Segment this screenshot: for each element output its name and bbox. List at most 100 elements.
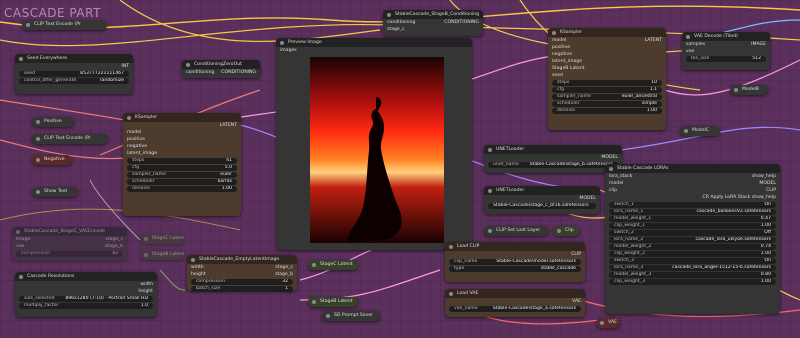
- batch-size-widget[interactable]: batch_size 1: [191, 286, 293, 292]
- input-model: model: [127, 130, 142, 135]
- denoise-widget[interactable]: denoise 1.00: [552, 108, 662, 114]
- input-vae: vae: [686, 49, 695, 54]
- switch-2-widget[interactable]: switch_2 Off: [609, 230, 776, 236]
- output-latent[interactable]: LATENT: [123, 122, 241, 129]
- steps-widget[interactable]: steps 10: [552, 80, 662, 86]
- cfg-widget[interactable]: cfg 1.1: [552, 87, 662, 93]
- unet-name-widget[interactable]: Stable-Cascade\stage_c_bf16.safetensors: [488, 203, 596, 209]
- compression-widget[interactable]: compression 32: [191, 279, 293, 285]
- clip-reroute-node[interactable]: Clip: [553, 226, 579, 236]
- type-widget[interactable]: type stable_cascade: [449, 266, 581, 272]
- node-title: KSampler: [548, 28, 666, 37]
- modelb-node[interactable]: ModelB: [730, 85, 768, 95]
- node-title: StageC Latent: [308, 260, 358, 269]
- input-negative: negative: [552, 52, 573, 57]
- cfg-widget[interactable]: cfg 5.0: [127, 165, 237, 171]
- ksampler-b-node[interactable]: KSampler model LATENT positive negative l…: [548, 28, 666, 130]
- model-weight-2-widget[interactable]: model_weight_2 0.74: [609, 244, 776, 250]
- node-title: VAE Decode (Tiled): [682, 32, 770, 41]
- positive-node[interactable]: Positive: [32, 117, 74, 127]
- conditioning-zero-out-node[interactable]: ConditioningZeroOut conditioning CONDITIO…: [182, 60, 260, 78]
- seed-widget[interactable]: seed 853777221111467: [19, 71, 129, 77]
- model-weight-3-widget[interactable]: model_weight_3 0.80: [609, 272, 776, 278]
- output-vae[interactable]: VAE: [445, 298, 585, 305]
- node-title: KSampler: [123, 113, 241, 122]
- input-negative: negative: [127, 144, 148, 149]
- node-title: CLIP Set Last Layer: [484, 226, 548, 235]
- node-title: ModelB: [730, 85, 768, 94]
- node-title: StableCascade_StageB_Conditioning: [383, 10, 483, 19]
- steps-widget[interactable]: steps 41: [127, 158, 237, 164]
- compression-widget[interactable]: compression 42: [16, 251, 123, 257]
- clip-set-last-layer-node[interactable]: CLIP Set Last Layer: [484, 226, 548, 236]
- cr-apply-lora-label: CR Apply LoRA Stack show_help: [702, 195, 776, 200]
- seed-everywhere-node[interactable]: Seed Everywhere INT seed 853777221111467 …: [15, 54, 133, 94]
- clip-weight-3-widget[interactable]: clip_weight_3 1.00: [609, 279, 776, 285]
- scheduler-widget[interactable]: scheduler karras: [127, 179, 237, 185]
- vae-name-widget[interactable]: vae_name Stable-Cascade\stage_a.safetenso…: [449, 306, 581, 312]
- stagec-latent-b-node[interactable]: StageC Latent: [308, 260, 358, 270]
- cascade-resolutions-node[interactable]: Cascade Resolutions width height size_se…: [15, 272, 157, 317]
- stageb-latent-b-node[interactable]: StageB Latent: [308, 297, 358, 307]
- node-title: ModelC: [680, 126, 720, 135]
- clip-text-encode-top-node[interactable]: CLIP Text Encode (Pr: [22, 20, 107, 30]
- stagec-latent-a-node[interactable]: StageC Latent: [140, 234, 184, 244]
- output-model[interactable]: MODEL: [484, 195, 600, 202]
- modelc-node[interactable]: ModelC: [680, 126, 720, 136]
- sd-prompt-saver-node[interactable]: SD Prompt Saver: [322, 311, 380, 321]
- node-title: StableCascade_EmptyLatentImage: [187, 255, 297, 264]
- input-seed: seed: [552, 73, 563, 78]
- empty-latent-image-node[interactable]: StableCascade_EmptyLatentImage width stag…: [187, 255, 297, 292]
- denoise-widget[interactable]: denoise 1.00: [127, 186, 237, 192]
- switch-3-widget[interactable]: switch_3 On: [609, 258, 776, 264]
- unet-loader-c-node[interactable]: UNETLoader MODEL Stable-Cascade\stage_c_…: [484, 186, 600, 214]
- clip-name-widget[interactable]: clip_name Stable-Cascade\model.safetensor…: [449, 259, 581, 265]
- output-int[interactable]: INT: [15, 63, 133, 70]
- unet-loader-b-node[interactable]: UNETLoader MODEL unet_name Stable-Cascade…: [484, 145, 622, 173]
- clip-weight-2-widget[interactable]: clip_weight_2 1.00: [609, 251, 776, 257]
- lora-name-2-widget[interactable]: lora_name_2 cascade_lora_ukiyoe.safetenso…: [609, 237, 776, 243]
- unet-name-widget[interactable]: unet_name Stable-Cascade\stage_b.safetens…: [488, 162, 618, 168]
- node-title: Seed Everywhere: [15, 54, 133, 63]
- load-clip-node[interactable]: Load CLIP CLIP clip_name Stable-Cascade\m…: [445, 242, 585, 282]
- node-title: StageB Latent: [308, 297, 358, 306]
- negative-node[interactable]: Negative: [32, 155, 72, 165]
- multiply-factor-widget[interactable]: multiply_factor 1.0: [19, 303, 153, 309]
- lora-name-1-widget[interactable]: lora_name_1 cascade_balloonsV2.safetensor…: [609, 209, 776, 215]
- scheduler-widget[interactable]: scheduler simple: [552, 101, 662, 107]
- stageb-latent-a-node[interactable]: StageB Latent: [140, 250, 184, 260]
- node-title: StageC Latent: [140, 234, 184, 243]
- stable-cascade-loras-node[interactable]: Stable Cascade LORAs lora_stack show_help…: [605, 164, 780, 314]
- output-height[interactable]: height: [15, 288, 157, 295]
- vae-reroute-node[interactable]: VAE: [596, 318, 620, 328]
- control-after-generate-widget[interactable]: control_after_generate randomize: [19, 78, 129, 84]
- output-model[interactable]: MODEL: [484, 154, 622, 161]
- switch-1-widget[interactable]: switch_1 On: [609, 202, 776, 208]
- model-weight-1-widget[interactable]: model_weight_1 0.47: [609, 216, 776, 222]
- lora-name-3-widget[interactable]: lora_name_3 cascade_lora_anger-1512-15-6.…: [609, 265, 776, 271]
- node-graph-canvas[interactable]: CASCADE PART CLIP Text Encode (Pr Seed E…: [0, 0, 800, 338]
- node-title: CLIP Text Encode (Pr: [22, 20, 107, 29]
- node-title: Positive: [32, 117, 74, 126]
- ksampler-a-node[interactable]: KSampler LATENT model positive negative …: [123, 113, 241, 216]
- clip-text-encode-mid-node[interactable]: CLIP Text Encode (Pr: [32, 134, 108, 144]
- output-width[interactable]: width: [15, 281, 157, 288]
- io-row: conditioning CONDITIONING: [387, 20, 479, 25]
- node-title: Load VAE: [445, 289, 585, 298]
- io-row: clip CLIP: [609, 188, 776, 193]
- node-title: Cascade Resolutions: [15, 272, 157, 281]
- load-vae-node[interactable]: Load VAE VAE vae_name Stable-Cascade\stag…: [445, 289, 585, 317]
- stageb-conditioning-node[interactable]: StableCascade_StageB_Conditioning condit…: [383, 10, 483, 36]
- stagec-vae-encode-node[interactable]: StableCascade_StageC_VAEEncode image stag…: [12, 227, 127, 261]
- node-title: UNETLoader: [484, 145, 622, 154]
- output-clip[interactable]: CLIP: [445, 251, 585, 258]
- io-row: lora_stack show_help: [609, 174, 776, 179]
- sampler-name-widget[interactable]: sampler_name euler: [127, 172, 237, 178]
- size-selected-widget[interactable]: size_selected 896x1280 (7:10) - Portrait …: [19, 296, 153, 302]
- input-images: images: [280, 48, 297, 53]
- clip-weight-1-widget[interactable]: clip_weight_1 1.00: [609, 223, 776, 229]
- tile-size-widget[interactable]: tile_size 512: [686, 56, 766, 62]
- show-text-node[interactable]: Show Text: [32, 187, 78, 197]
- vae-decode-tiled-node[interactable]: VAE Decode (Tiled) samples IMAGE vae tile…: [682, 32, 770, 70]
- sampler-name-widget[interactable]: sampler_name euler_ancestral: [552, 94, 662, 100]
